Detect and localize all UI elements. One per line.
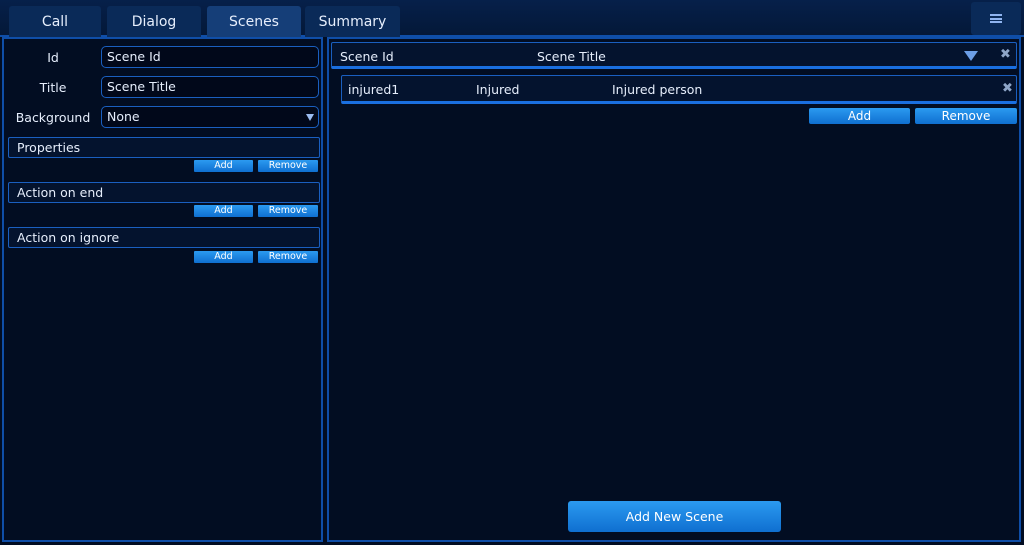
hamburger-icon	[990, 14, 1002, 23]
properties-add-button[interactable]: Add	[194, 160, 253, 172]
tab-summary-label: Summary	[318, 13, 387, 30]
row-scene-id: injured1	[348, 82, 400, 97]
background-select-value: None	[107, 109, 140, 124]
id-input[interactable]: Scene Id	[101, 46, 319, 68]
tab-dialog[interactable]: Dialog	[107, 6, 201, 37]
tab-scenes[interactable]: Scenes	[207, 6, 301, 37]
action-on-end-section-header[interactable]: Action on end	[8, 182, 320, 203]
chevron-down-icon	[306, 114, 314, 121]
action-on-ignore-remove-button[interactable]: Remove	[258, 251, 318, 263]
tab-summary[interactable]: Summary	[305, 6, 400, 37]
tab-dialog-label: Dialog	[131, 13, 177, 30]
header-scene-title: Scene Title	[537, 49, 606, 64]
properties-section-title: Properties	[17, 140, 81, 155]
close-icon[interactable]: ✖	[1000, 47, 1011, 62]
action-on-ignore-section-header[interactable]: Action on ignore	[8, 227, 320, 248]
title-label: Title	[39, 80, 67, 95]
background-select[interactable]: None	[101, 106, 319, 128]
menu-button[interactable]	[971, 2, 1021, 35]
tab-bar: Call Dialog Scenes Summary	[0, 0, 1024, 37]
action-on-ignore-add-button[interactable]: Add	[194, 251, 253, 263]
scene-list-header: Scene Id Scene Title ✖	[331, 42, 1017, 69]
table-row[interactable]: injured1 Injured Injured person ✖	[341, 75, 1017, 104]
remove-row-button[interactable]: Remove	[915, 108, 1017, 124]
add-new-scene-button[interactable]: Add New Scene	[568, 501, 781, 532]
tab-call-label: Call	[41, 13, 69, 30]
tab-scenes-label: Scenes	[229, 13, 279, 30]
chevron-down-icon[interactable]	[964, 51, 978, 61]
action-on-ignore-section-title: Action on ignore	[17, 230, 120, 245]
row-scene-description: Injured person	[612, 82, 703, 97]
header-scene-id: Scene Id	[340, 49, 394, 64]
tab-call[interactable]: Call	[9, 6, 101, 37]
close-icon[interactable]: ✖	[1002, 81, 1013, 96]
scene-list-panel: Scene Id Scene Title ✖ injured1 Injured …	[327, 37, 1021, 542]
title-input[interactable]: Scene Title	[101, 76, 319, 98]
action-on-end-section-title: Action on end	[17, 185, 104, 200]
id-label: Id	[47, 50, 59, 65]
background-label: Background	[15, 110, 91, 125]
properties-remove-button[interactable]: Remove	[258, 160, 318, 172]
action-on-end-add-button[interactable]: Add	[194, 205, 253, 217]
scene-editor-panel: Id Scene Id Title Scene Title Background…	[2, 37, 323, 542]
row-scene-title: Injured	[476, 82, 520, 97]
action-on-end-remove-button[interactable]: Remove	[258, 205, 318, 217]
properties-section-header[interactable]: Properties	[8, 137, 320, 158]
add-row-button[interactable]: Add	[809, 108, 910, 124]
